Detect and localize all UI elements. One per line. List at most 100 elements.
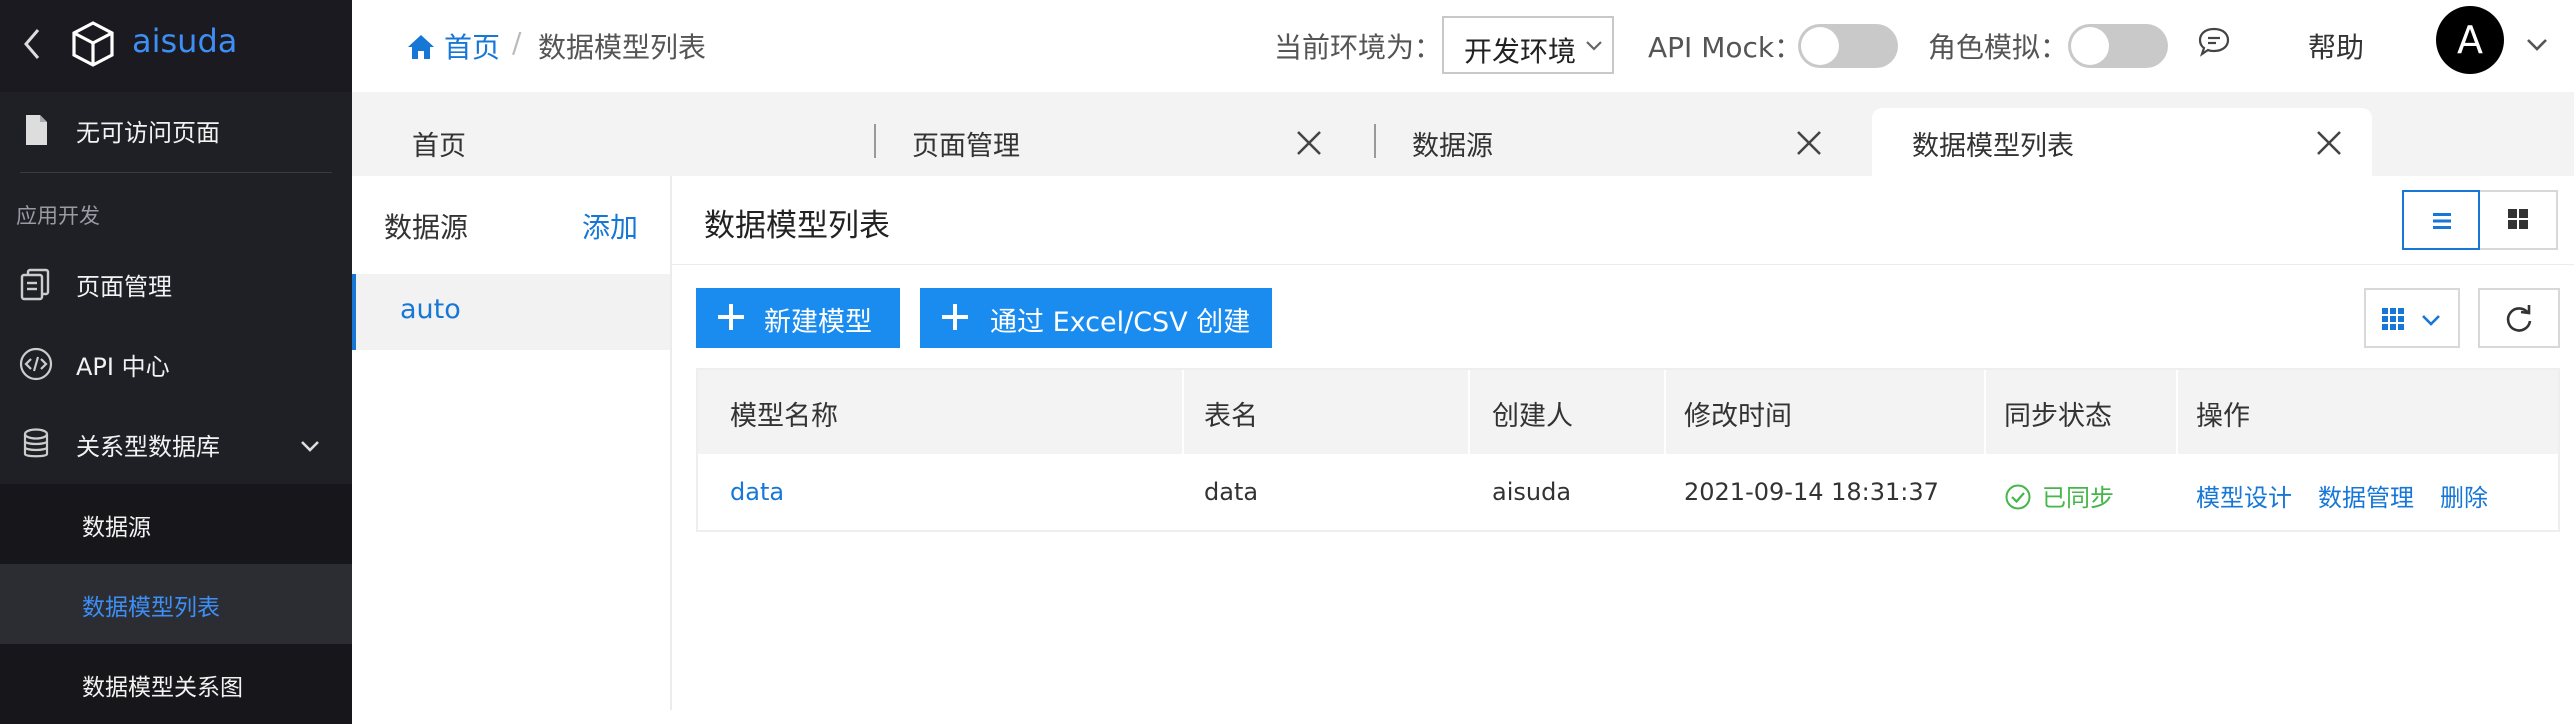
chevron-down-icon <box>301 441 319 452</box>
main-content: 数据模型列表 新建模型 通过 Excel/CSV 创建 模型名称 表名 创建人 … <box>672 176 2574 710</box>
page-title: 数据模型列表 <box>704 208 890 244</box>
table-name-cell: data <box>1204 478 1259 506</box>
column-header: 修改时间 <box>1684 401 1792 432</box>
breadcrumb-home[interactable]: 首页 <box>406 26 500 66</box>
sidebar-item-api[interactable]: API 中心 <box>0 326 352 404</box>
sidebar-item-label: 关系型数据库 <box>76 433 220 461</box>
close-icon[interactable] <box>2314 128 2344 158</box>
check-circle-icon <box>2005 484 2031 510</box>
env-label: 当前环境为： <box>1274 31 1443 64</box>
model-name-link[interactable]: data <box>730 478 784 506</box>
sidebar: aisuda 无可访问页面 应用开发 页面管理 API 中心 关系型数据库 数据… <box>0 0 352 724</box>
chevron-down-icon <box>2422 315 2440 326</box>
refresh-icon <box>2506 305 2532 332</box>
grid-dots-icon <box>2382 308 2404 330</box>
sidebar-subitem-label: 数据源 <box>82 515 151 541</box>
model-design-link[interactable]: 模型设计 <box>2196 478 2292 513</box>
tab-label: 数据模型列表 <box>1912 131 2074 162</box>
api-mock-label: API Mock： <box>1648 31 1803 64</box>
sidebar-subitem-datasource[interactable]: 数据源 <box>0 484 352 564</box>
sidebar-subitem-model-list[interactable]: 数据模型列表 <box>0 564 352 644</box>
sidebar-subitem-model-graph[interactable]: 数据模型关系图 <box>0 644 352 724</box>
file-icon <box>26 115 47 145</box>
sidebar-item-label: API 中心 <box>76 353 170 381</box>
database-icon <box>23 428 49 458</box>
table-header: 模型名称 表名 创建人 修改时间 同步状态 操作 <box>698 370 2558 454</box>
breadcrumb-current: 数据模型列表 <box>538 31 707 64</box>
import-label: 通过 Excel/CSV 创建 <box>990 307 1251 338</box>
data-manage-link[interactable]: 数据管理 <box>2318 478 2414 513</box>
list-icon <box>2433 213 2451 229</box>
sidebar-item-pages[interactable]: 页面管理 <box>0 246 352 324</box>
tab-home[interactable]: 首页 <box>352 108 852 176</box>
datasource-item-label: auto <box>400 294 461 325</box>
role-sim-switch[interactable] <box>2068 24 2168 68</box>
modified-time-cell: 2021-09-14 18:31:37 <box>1684 478 1939 506</box>
close-icon[interactable] <box>1794 128 1824 158</box>
back-arrow-icon[interactable] <box>18 22 48 66</box>
new-model-label: 新建模型 <box>764 307 872 338</box>
sync-status-label: 已同步 <box>2042 484 2114 512</box>
env-select[interactable]: 开发环境 <box>1442 16 1614 74</box>
datasource-item[interactable]: auto <box>352 274 670 350</box>
sidebar-item-no-access[interactable]: 无可访问页面 <box>0 92 352 170</box>
tab-datasource[interactable]: 数据源 <box>1352 108 1852 176</box>
brand-bar: aisuda <box>0 0 352 92</box>
tab-label: 数据源 <box>1412 131 1493 162</box>
list-view-button[interactable] <box>2402 190 2480 250</box>
column-header: 模型名称 <box>730 401 838 432</box>
app-name[interactable]: aisuda <box>132 22 237 60</box>
column-header: 表名 <box>1204 401 1258 432</box>
sidebar-subitem-label: 数据模型列表 <box>82 595 220 621</box>
tab-label: 首页 <box>412 131 466 162</box>
table-row: data data aisuda 2021-09-14 18:31:37 已同步… <box>698 454 2558 532</box>
tab-page-management[interactable]: 页面管理 <box>852 108 1352 176</box>
role-sim-label: 角色模拟： <box>1928 31 2069 64</box>
message-icon[interactable] <box>2197 26 2231 58</box>
chevron-down-icon <box>1586 41 1602 51</box>
column-divider <box>2176 370 2178 454</box>
sidebar-item-label: 无可访问页面 <box>76 119 220 147</box>
tab-label: 页面管理 <box>912 131 1020 162</box>
code-circle-icon <box>19 347 53 381</box>
plus-icon <box>718 304 744 330</box>
columns-toggle-button[interactable] <box>2364 288 2460 348</box>
grid-view-button[interactable] <box>2480 190 2558 250</box>
tab-model-list[interactable]: 数据模型列表 <box>1872 108 2372 176</box>
column-header: 同步状态 <box>2004 401 2112 432</box>
view-toggle <box>2402 190 2558 250</box>
breadcrumb-home-label: 首页 <box>444 31 501 64</box>
model-table: 模型名称 表名 创建人 修改时间 同步状态 操作 data data aisud… <box>696 368 2560 532</box>
new-model-button[interactable]: 新建模型 <box>696 288 900 348</box>
sidebar-group-title: 应用开发 <box>16 204 100 228</box>
column-header: 操作 <box>2196 401 2250 432</box>
datasource-panel: 数据源 添加 auto <box>352 176 672 710</box>
sidebar-item-label: 页面管理 <box>76 273 172 301</box>
header-divider <box>672 264 2574 265</box>
creator-cell: aisuda <box>1492 478 1572 506</box>
tab-bar: 首页 页面管理 数据源 数据模型列表 <box>352 92 2574 176</box>
add-datasource-link[interactable]: 添加 <box>582 206 638 246</box>
sidebar-divider <box>20 172 332 173</box>
api-mock-switch[interactable] <box>1798 24 1898 68</box>
refresh-button[interactable] <box>2478 288 2560 348</box>
grid-icon <box>2508 209 2528 229</box>
column-divider <box>1664 370 1666 454</box>
close-icon[interactable] <box>1294 128 1324 158</box>
sync-status-cell: 已同步 <box>2004 478 2114 513</box>
pages-icon <box>20 268 50 301</box>
plus-icon <box>942 304 968 330</box>
chevron-down-icon[interactable] <box>2524 32 2550 56</box>
cube-logo-icon <box>72 21 114 67</box>
env-select-value: 开发环境 <box>1464 35 1577 68</box>
import-excel-csv-button[interactable]: 通过 Excel/CSV 创建 <box>920 288 1272 348</box>
column-header: 创建人 <box>1492 401 1573 432</box>
column-divider <box>1984 370 1986 454</box>
sidebar-item-database[interactable]: 关系型数据库 <box>0 406 352 484</box>
sidebar-subitem-label: 数据模型关系图 <box>82 675 243 701</box>
delete-link[interactable]: 删除 <box>2440 478 2488 513</box>
column-divider <box>1182 370 1184 454</box>
datasource-panel-title: 数据源 <box>384 211 469 244</box>
help-link[interactable]: 帮助 <box>2308 26 2364 66</box>
avatar[interactable]: A <box>2436 6 2504 74</box>
